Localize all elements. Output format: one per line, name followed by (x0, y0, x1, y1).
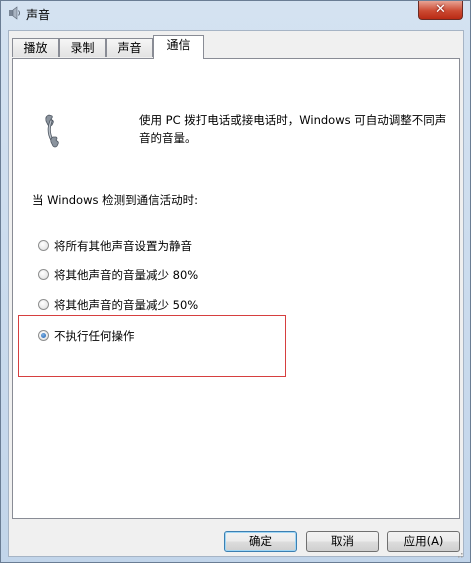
tab-sounds[interactable]: 声音 (106, 38, 153, 57)
highlight-annotation-box (18, 315, 286, 377)
description-text: 使用 PC 拨打电话或接电话时，Windows 可自动调整不同声音的音量。 (139, 113, 447, 145)
apply-button[interactable]: 应用(A) (387, 531, 460, 552)
communications-panel: 使用 PC 拨打电话或接电话时，Windows 可自动调整不同声音的音量。 当 … (12, 58, 460, 519)
tab-label: 录制 (70, 41, 95, 55)
cancel-button[interactable]: 取消 (306, 531, 379, 552)
resize-grip-icon[interactable] (455, 548, 463, 558)
title-bar[interactable]: 声音 ✕ (1, 1, 470, 27)
speaker-icon (7, 5, 23, 21)
option-label: 将所有其他声音设置为静音 (54, 239, 192, 253)
close-icon: ✕ (435, 2, 446, 17)
tab-recording[interactable]: 录制 (59, 38, 106, 57)
tab-label: 通信 (166, 38, 191, 52)
option-label: 将其他声音的音量减少 80% (54, 268, 199, 282)
sound-dialog-window: 声音 ✕ 播放 录制 声音 通信 使用 PC 拨打电话或接电话时，Windows… (0, 0, 471, 563)
radio-button[interactable] (38, 269, 49, 280)
ok-button[interactable]: 确定 (224, 531, 297, 552)
radio-button[interactable] (38, 240, 49, 251)
option-label: 将其他声音的音量减少 50% (54, 298, 199, 312)
window-title: 声音 (26, 8, 51, 22)
close-button[interactable]: ✕ (418, 1, 463, 20)
section-label: 当 Windows 检测到通信活动时: (32, 193, 199, 207)
tab-playback[interactable]: 播放 (12, 38, 59, 57)
tab-communications[interactable]: 通信 (153, 35, 204, 59)
phone-icon (43, 113, 65, 149)
radio-button[interactable] (38, 299, 49, 310)
tab-label: 声音 (117, 41, 142, 55)
dialog-body: 播放 录制 声音 通信 使用 PC 拨打电话或接电话时，Windows 可自动调… (8, 30, 464, 558)
tab-label: 播放 (23, 41, 48, 55)
